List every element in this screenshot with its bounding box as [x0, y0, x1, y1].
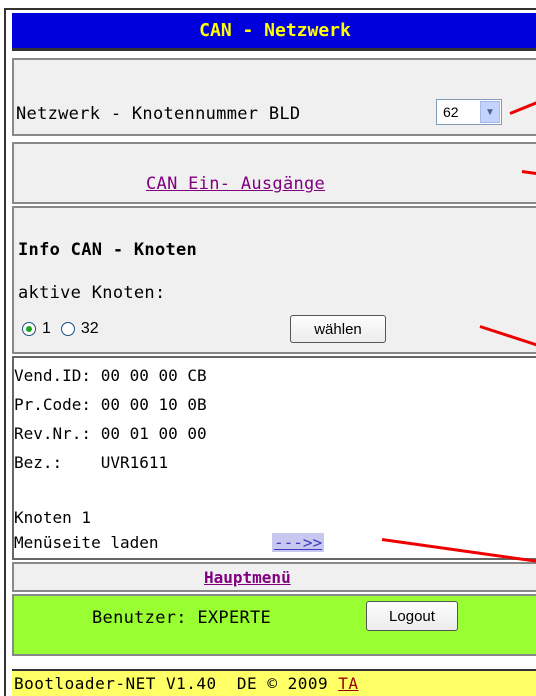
page-title-bar: CAN - Netzwerk — [12, 13, 536, 51]
info-heading: Info CAN - Knoten — [18, 240, 198, 260]
product-code: Pr.Code: 00 00 10 0B — [14, 395, 207, 414]
footer-ta-link[interactable]: TA — [338, 674, 358, 693]
revision-number: Rev.Nr.: 00 01 00 00 — [14, 424, 207, 443]
radio-node-1-label: 1 — [42, 320, 51, 337]
node-label: Knoten 1 — [14, 508, 92, 527]
radio-node-32[interactable] — [60, 322, 75, 336]
info-can-panel: Info CAN - Knoten aktive Knoten: 1 32 — [12, 206, 536, 354]
user-label: Benutzer: EXPERTE — [92, 608, 272, 628]
page-title: CAN - Netzwerk — [199, 20, 351, 41]
node-number-select[interactable]: 62 ▼ — [436, 99, 502, 125]
load-menu-link[interactable]: --->> — [272, 533, 325, 552]
radio-node-32-label: 32 — [80, 320, 99, 337]
can-io-link[interactable]: CAN Ein- Ausgänge — [146, 174, 325, 194]
chevron-down-icon[interactable]: ▼ — [480, 101, 500, 123]
can-network-page: CAN - Netzwerk Netzwerk - Knotennummer B… — [0, 0, 536, 696]
device-name: Bez.: UVR1611 — [14, 453, 169, 472]
network-node-label: Netzwerk - Knotennummer BLD — [16, 104, 301, 124]
logout-button[interactable]: Logout — [366, 601, 458, 631]
select-node-button[interactable]: wählen — [290, 315, 386, 343]
radio-selected-dot — [26, 326, 32, 332]
vendor-id: Vend.ID: 00 00 00 CB — [14, 366, 207, 385]
radio-node-1[interactable] — [22, 322, 36, 336]
main-menu-panel: Hauptmenü — [12, 562, 536, 592]
can-io-panel: CAN Ein- Ausgänge — [12, 142, 536, 204]
load-menu-label: Menüseite laden — [14, 533, 159, 552]
footer-bar: Bootloader-NET V1.40 DE © 2009 TA — [12, 669, 536, 696]
main-menu-link[interactable]: Hauptmenü — [204, 568, 291, 587]
footer-text: Bootloader-NET V1.40 DE © 2009 — [14, 674, 339, 693]
node-number-value: 62 — [443, 104, 459, 120]
active-nodes-label: aktive Knoten: — [18, 283, 166, 303]
node-radio-group: 1 32 — [22, 320, 99, 338]
